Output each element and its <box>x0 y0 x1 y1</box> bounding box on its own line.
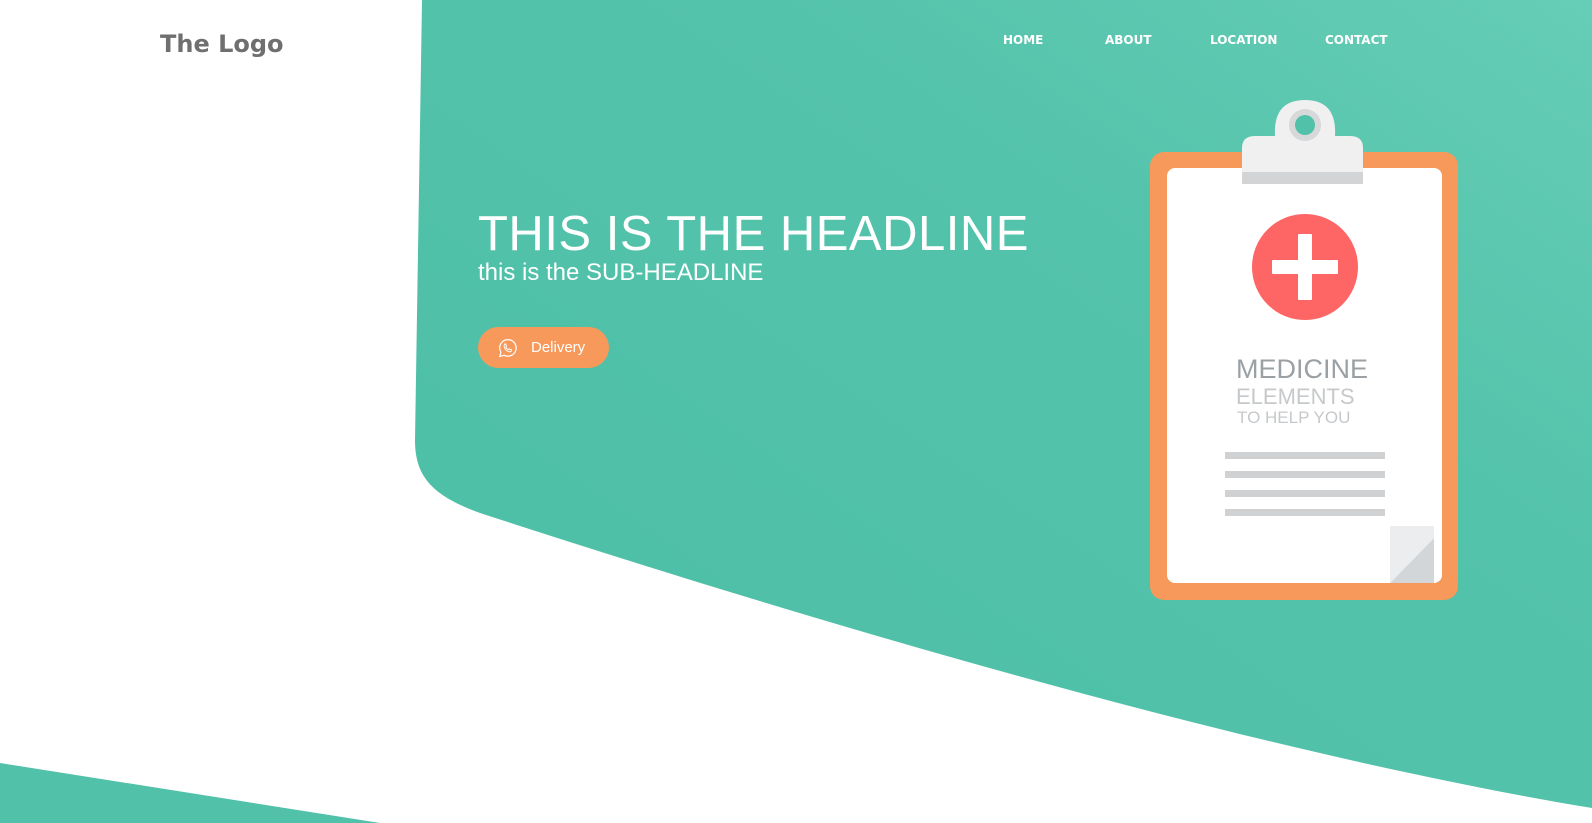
clipboard-title: MEDICINE <box>1236 354 1369 384</box>
nav-about[interactable]: ABOUT <box>1105 33 1152 47</box>
nav-home[interactable]: HOME <box>1003 33 1043 47</box>
logo[interactable]: The Logo <box>160 30 284 58</box>
clipboard-graphic <box>1150 100 1458 600</box>
headline: THIS IS THE HEADLINE <box>478 207 1029 261</box>
delivery-button-label: Delivery <box>531 339 586 356</box>
clipboard-subtitle: ELEMENTS <box>1236 384 1355 409</box>
whatsapp-icon <box>498 338 517 357</box>
medical-cross-icon <box>1252 214 1358 320</box>
hero-section: THIS IS THE HEADLINE this is the SUB-HEA… <box>478 206 1029 368</box>
nav-location[interactable]: LOCATION <box>1210 33 1277 47</box>
delivery-button[interactable]: Delivery <box>478 327 609 368</box>
landing-page: The Logo HOME ABOUT LOCATION CONTACT THI… <box>0 0 1592 823</box>
clipboard-illustration: MEDICINE ELEMENTS TO HELP YOU <box>1150 100 1460 600</box>
clipboard-tagline: TO HELP YOU <box>1237 408 1351 427</box>
sub-headline: this is the SUB-HEADLINE <box>478 259 764 286</box>
nav-contact[interactable]: CONTACT <box>1325 33 1388 47</box>
